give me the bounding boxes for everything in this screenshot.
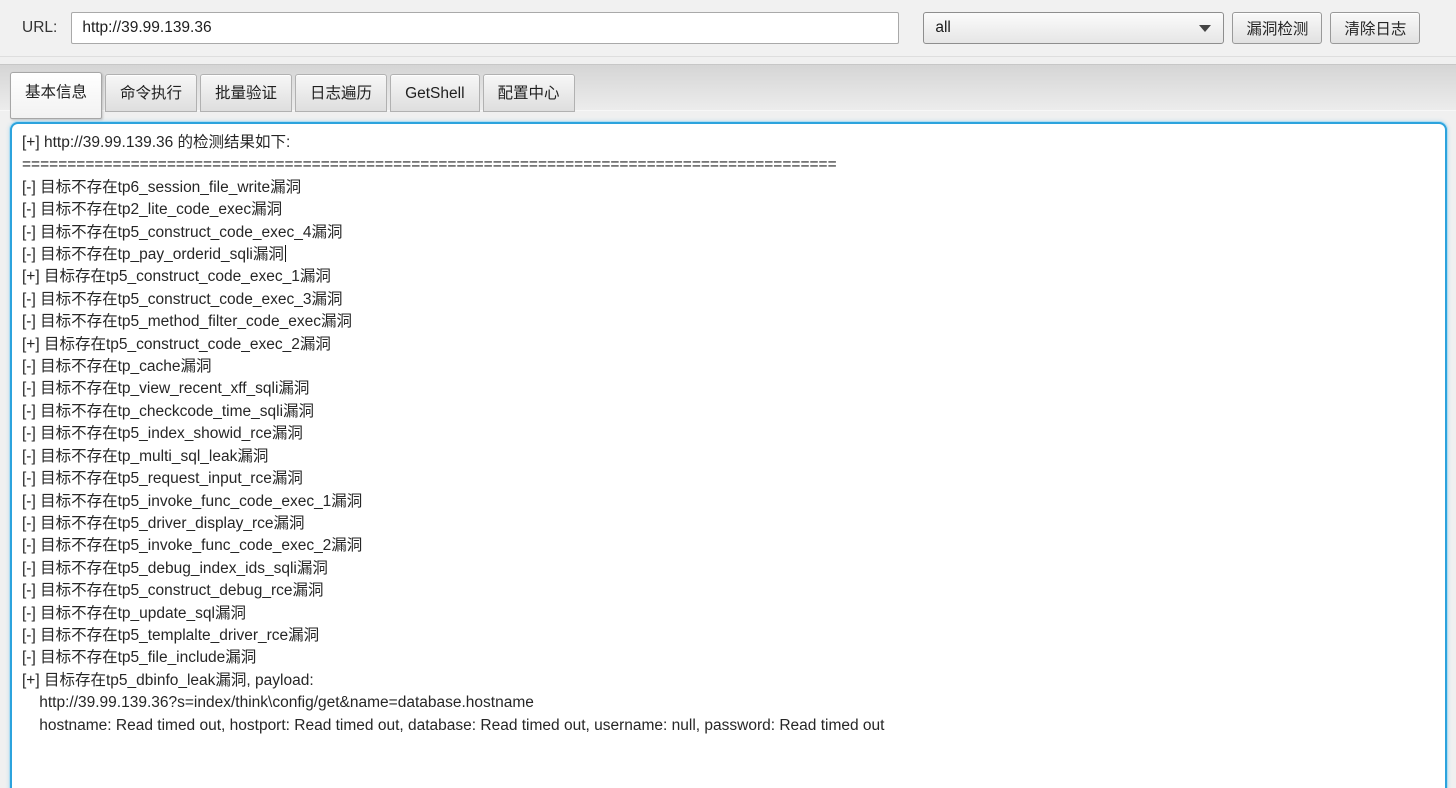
output-line: ========================================… <box>22 156 837 174</box>
output-line: [+] http://39.99.139.36 的检测结果如下: <box>22 134 291 151</box>
tab-bar: 基本信息 命令执行 批量验证 日志遍历 GetShell 配置中心 <box>10 65 578 119</box>
output-line: [-] 目标不存在tp_pay_orderid_sqli漏洞 <box>22 244 1431 266</box>
output-line: http://39.99.139.36?s=index/think\config… <box>22 694 534 712</box>
output-line: [-] 目标不存在tp2_lite_code_exec漏洞 <box>22 201 283 219</box>
output-line: [-] 目标不存在tp_cache漏洞 <box>22 358 212 376</box>
output-line: [+] 目标存在tp5_construct_code_exec_2漏洞 <box>22 335 331 353</box>
output-line: [-] 目标不存在tp5_file_include漏洞 <box>22 649 257 667</box>
output-line: [-] 目标不存在tp_view_recent_xff_sqli漏洞 <box>22 380 310 398</box>
output-line: [-] 目标不存在tp5_method_filter_code_exec漏洞 <box>22 313 352 331</box>
output-line: [-] 目标不存在tp_checkcode_time_sqli漏洞 <box>22 402 315 420</box>
url-input[interactable] <box>71 12 900 44</box>
output-line: [-] 目标不存在tp5_driver_display_rce漏洞 <box>22 514 305 532</box>
output-line: [-] 目标不存在tp5_construct_code_exec_4漏洞 <box>22 223 343 241</box>
output-line: [-] 目标不存在tp5_invoke_func_code_exec_1漏洞 <box>22 492 363 510</box>
output-line: [+] 目标存在tp5_construct_code_exec_1漏洞 <box>22 268 331 286</box>
tab-command-exec[interactable]: 命令执行 <box>105 74 198 112</box>
scan-button[interactable]: 漏洞检测 <box>1232 12 1323 44</box>
output-line: [-] 目标不存在tp_update_sql漏洞 <box>22 604 246 622</box>
vuln-filter-selected-value: all <box>935 19 951 36</box>
tab-batch-verify[interactable]: 批量验证 <box>200 74 293 112</box>
output-line: [-] 目标不存在tp5_debug_index_ids_sqli漏洞 <box>22 559 328 577</box>
output-line: [-] 目标不存在tp5_construct_code_exec_3漏洞 <box>22 290 343 308</box>
url-label: URL: <box>22 19 58 36</box>
output-line: [-] 目标不存在tp5_templalte_driver_rce漏洞 <box>22 626 320 644</box>
output-line: hostname: Read timed out, hostport: Read… <box>22 716 885 734</box>
vuln-filter-select[interactable]: all <box>923 12 1225 44</box>
clear-log-button[interactable]: 清除日志 <box>1330 12 1421 44</box>
output-line: [-] 目标不存在tp5_construct_debug_rce漏洞 <box>22 582 324 600</box>
chevron-down-icon <box>1199 24 1212 32</box>
output-line: [-] 目标不存在tp5_index_showid_rce漏洞 <box>22 425 303 443</box>
tab-config-center[interactable]: 配置中心 <box>482 74 575 112</box>
output-line: [-] 目标不存在tp5_invoke_func_code_exec_2漏洞 <box>22 537 363 555</box>
scan-output[interactable]: [+] http://39.99.139.36 的检测结果如下: ========… <box>10 122 1447 788</box>
toolbar: URL: all 漏洞检测 清除日志 <box>0 0 1456 57</box>
output-line: [-] 目标不存在tp5_request_input_rce漏洞 <box>22 470 303 488</box>
app-window: URL: all 漏洞检测 清除日志 基本信息 命令执行 批量验证 日志遍历 G… <box>0 0 1456 788</box>
tab-strip: 基本信息 命令执行 批量验证 日志遍历 GetShell 配置中心 <box>0 64 1456 119</box>
output-line: [+] 目标存在tp5_dbinfo_leak漏洞, payload: <box>22 671 314 689</box>
output-line: [-] 目标不存在tp_multi_sql_leak漏洞 <box>22 447 269 465</box>
text-caret <box>284 245 287 263</box>
output-line: [-] 目标不存在tp6_session_file_write漏洞 <box>22 178 302 196</box>
tab-log-traversal[interactable]: 日志遍历 <box>295 74 388 112</box>
tab-getshell[interactable]: GetShell <box>390 74 480 112</box>
tab-basic-info[interactable]: 基本信息 <box>10 72 103 119</box>
